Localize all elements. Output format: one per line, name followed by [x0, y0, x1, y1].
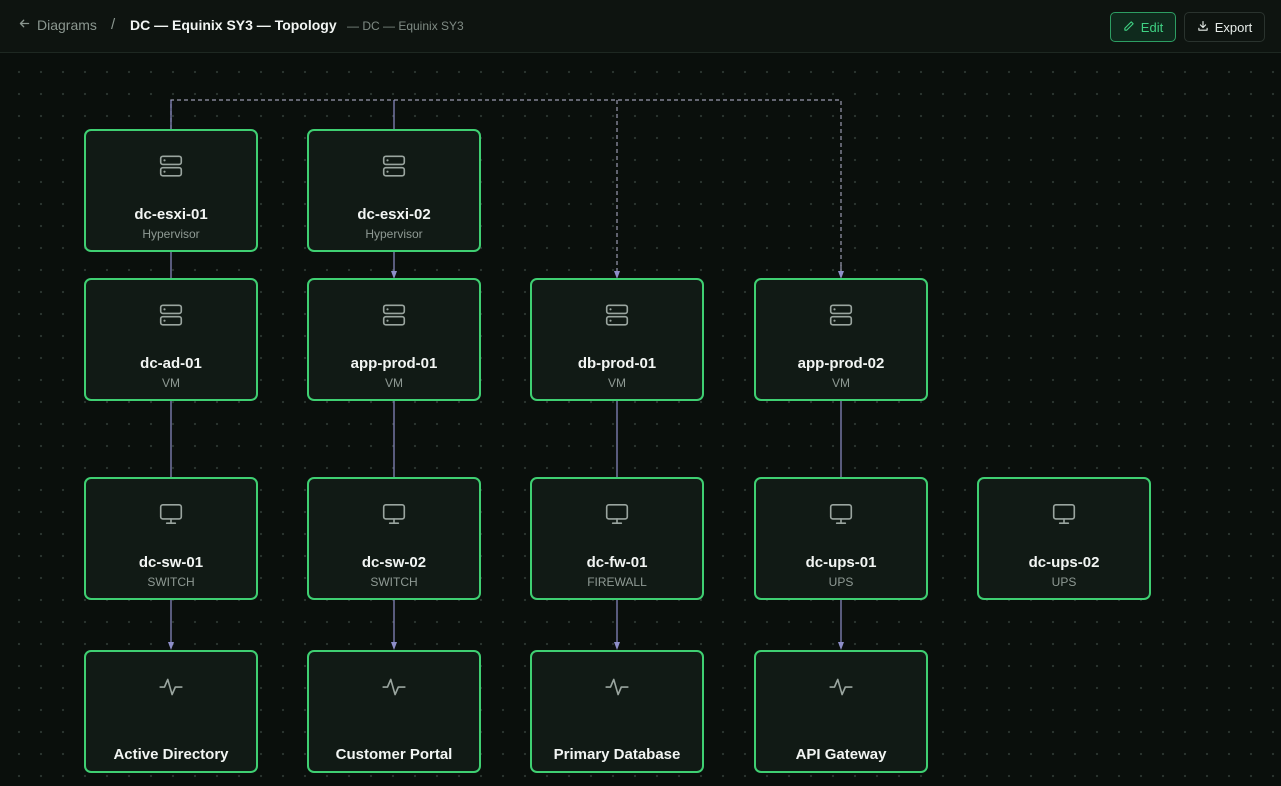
node-dc-sw-01[interactable]: dc-sw-01 SWITCH — [84, 477, 258, 600]
back-label: Diagrams — [37, 17, 97, 33]
node-type: Hypervisor — [142, 227, 200, 241]
node-type: SWITCH — [370, 575, 418, 589]
node-dc-esxi-02[interactable]: dc-esxi-02 Hypervisor — [307, 129, 481, 252]
node-name: dc-fw-01 — [586, 554, 648, 571]
monitor-icon — [158, 501, 184, 527]
node-name: dc-sw-01 — [138, 554, 204, 571]
node-type: UPS — [1051, 575, 1077, 589]
dashed-bus-edge — [170, 99, 842, 275]
node-type: UPS — [828, 575, 854, 589]
arrow-left-icon — [18, 17, 31, 33]
server-icon — [158, 153, 184, 179]
activity-icon — [381, 674, 407, 700]
node-name: app-prod-02 — [797, 355, 885, 372]
page-title: DC — Equinix SY3 — Topology — [130, 17, 337, 33]
activity-icon — [828, 674, 854, 700]
node-active-directory[interactable]: Active Directory — [84, 650, 258, 773]
download-icon — [1197, 20, 1209, 35]
node-type: FIREWALL — [587, 575, 647, 589]
node-type: VM — [608, 376, 626, 390]
node-dc-ad-01[interactable]: dc-ad-01 VM — [84, 278, 258, 401]
node-name: dc-ad-01 — [140, 355, 202, 372]
back-to-diagrams-link[interactable]: Diagrams — [18, 17, 97, 33]
activity-icon — [604, 674, 630, 700]
server-icon — [381, 153, 407, 179]
edit-label: Edit — [1140, 19, 1164, 35]
node-type: Hypervisor — [365, 227, 423, 241]
server-icon — [604, 302, 630, 328]
node-dc-ups-01[interactable]: dc-ups-01 UPS — [754, 477, 928, 600]
node-customer-portal[interactable]: Customer Portal — [307, 650, 481, 773]
node-name: dc-ups-01 — [805, 554, 877, 571]
node-name: dc-esxi-01 — [134, 206, 208, 223]
monitor-icon — [604, 501, 630, 527]
monitor-icon — [381, 501, 407, 527]
node-type: SWITCH — [147, 575, 195, 589]
export-label: Export — [1214, 19, 1253, 35]
node-name: API Gateway — [795, 746, 887, 763]
node-dc-esxi-01[interactable]: dc-esxi-01 Hypervisor — [84, 129, 258, 252]
monitor-icon — [1051, 501, 1077, 527]
node-name: db-prod-01 — [577, 355, 657, 372]
node-db-prod-01[interactable]: db-prod-01 VM — [530, 278, 704, 401]
node-dc-sw-02[interactable]: dc-sw-02 SWITCH — [307, 477, 481, 600]
edit-button[interactable]: Edit — [1110, 12, 1176, 42]
export-button[interactable]: Export — [1184, 12, 1265, 42]
breadcrumb-separator: / — [111, 16, 116, 33]
node-primary-database[interactable]: Primary Database — [530, 650, 704, 773]
node-api-gateway[interactable]: API Gateway — [754, 650, 928, 773]
pencil-icon — [1123, 20, 1135, 35]
node-type: VM — [832, 376, 850, 390]
server-icon — [158, 302, 184, 328]
node-dc-fw-01[interactable]: dc-fw-01 FIREWALL — [530, 477, 704, 600]
node-type: VM — [162, 376, 180, 390]
node-name: Primary Database — [553, 746, 681, 763]
node-app-prod-01[interactable]: app-prod-01 VM — [307, 278, 481, 401]
node-type: VM — [385, 376, 403, 390]
node-app-prod-02[interactable]: app-prod-02 VM — [754, 278, 928, 401]
node-name: Customer Portal — [335, 746, 453, 763]
diagram-canvas[interactable]: dc-esxi-01 Hypervisor dc-esxi-02 Hypervi… — [0, 53, 1281, 786]
node-name: dc-esxi-02 — [357, 206, 431, 223]
server-icon — [828, 302, 854, 328]
node-name: Active Directory — [113, 746, 229, 763]
server-icon — [381, 302, 407, 328]
activity-icon — [158, 674, 184, 700]
node-name: dc-sw-02 — [361, 554, 427, 571]
monitor-icon — [828, 501, 854, 527]
top-bar: Diagrams / DC — Equinix SY3 — Topology —… — [0, 0, 1281, 53]
page-subtitle: — DC — Equinix SY3 — [347, 19, 464, 33]
node-dc-ups-02[interactable]: dc-ups-02 UPS — [977, 477, 1151, 600]
node-name: dc-ups-02 — [1028, 554, 1100, 571]
node-name: app-prod-01 — [350, 355, 438, 372]
